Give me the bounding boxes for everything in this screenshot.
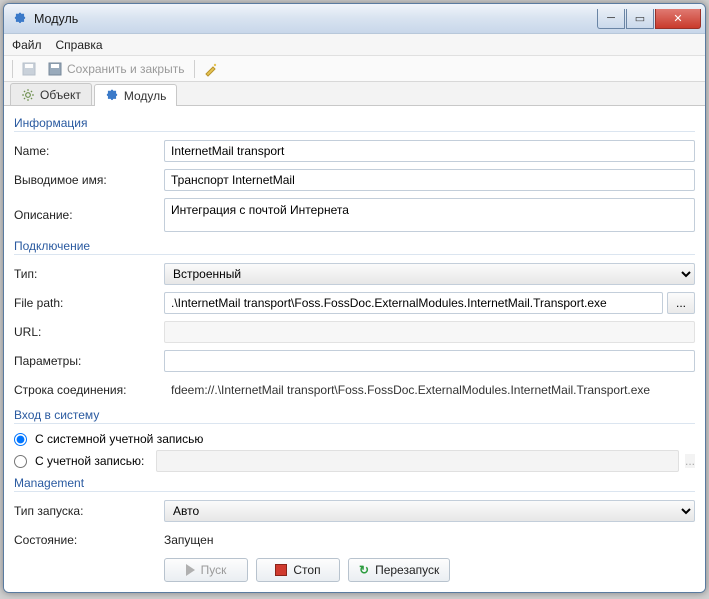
app-icon <box>12 11 28 27</box>
custom-account-browse-button: ... <box>685 454 695 468</box>
restart-button[interactable]: ↻ Перезапуск <box>348 558 450 582</box>
displayname-input[interactable] <box>164 169 695 191</box>
label-state: Состояние: <box>14 533 164 547</box>
type-select[interactable]: Встроенный <box>164 263 695 285</box>
label-custom-account: С учетной записью: <box>35 454 144 468</box>
label-starttype: Тип запуска: <box>14 504 164 518</box>
close-button[interactable]: ✕ <box>655 9 701 29</box>
section-info: Информация <box>14 116 695 132</box>
wizard-icon[interactable] <box>201 59 221 79</box>
maximize-button[interactable]: ▭ <box>626 9 654 29</box>
url-field <box>164 321 695 343</box>
menu-help[interactable]: Справка <box>56 38 103 52</box>
filepath-input[interactable] <box>164 292 663 314</box>
section-login: Вход в систему <box>14 408 695 424</box>
label-name: Name: <box>14 144 164 158</box>
label-displayname: Выводимое имя: <box>14 173 164 187</box>
tab-object[interactable]: Объект <box>10 83 92 105</box>
play-icon <box>186 564 195 576</box>
tab-module[interactable]: Модуль <box>94 84 178 106</box>
label-connstring: Строка соединения: <box>14 383 164 397</box>
custom-account-input <box>156 450 679 472</box>
window-title: Модуль <box>34 12 597 26</box>
state-value: Запущен <box>164 533 213 547</box>
minimize-button[interactable]: ─ <box>597 9 625 29</box>
toolbar: Сохранить и закрыть <box>4 56 705 82</box>
label-filepath: File path: <box>14 296 164 310</box>
section-management: Management <box>14 476 695 492</box>
description-input[interactable]: Интеграция с почтой Интернета <box>164 198 695 232</box>
stop-button[interactable]: Стоп <box>256 558 340 582</box>
tabs: Объект Модуль <box>4 82 705 106</box>
menubar: Файл Справка <box>4 34 705 56</box>
radio-system-account[interactable] <box>14 433 27 446</box>
label-params: Параметры: <box>14 354 164 368</box>
filepath-browse-button[interactable]: ... <box>667 292 695 314</box>
name-input[interactable] <box>164 140 695 162</box>
start-button: Пуск <box>164 558 248 582</box>
label-type: Тип: <box>14 267 164 281</box>
restart-icon: ↻ <box>359 563 369 577</box>
save-icon[interactable] <box>19 59 39 79</box>
starttype-select[interactable]: Авто <box>164 500 695 522</box>
label-url: URL: <box>14 325 164 339</box>
params-input[interactable] <box>164 350 695 372</box>
menu-file[interactable]: Файл <box>12 38 42 52</box>
titlebar: Модуль ─ ▭ ✕ <box>4 4 705 34</box>
radio-custom-account[interactable] <box>14 455 27 468</box>
save-and-close-button[interactable]: Сохранить и закрыть <box>43 59 188 79</box>
stop-icon <box>275 564 287 576</box>
section-connection: Подключение <box>14 239 695 255</box>
label-description: Описание: <box>14 208 164 222</box>
label-system-account: С системной учетной записью <box>35 432 203 446</box>
connstring-value: fdeem://.\InternetMail transport\Foss.Fo… <box>164 379 695 401</box>
